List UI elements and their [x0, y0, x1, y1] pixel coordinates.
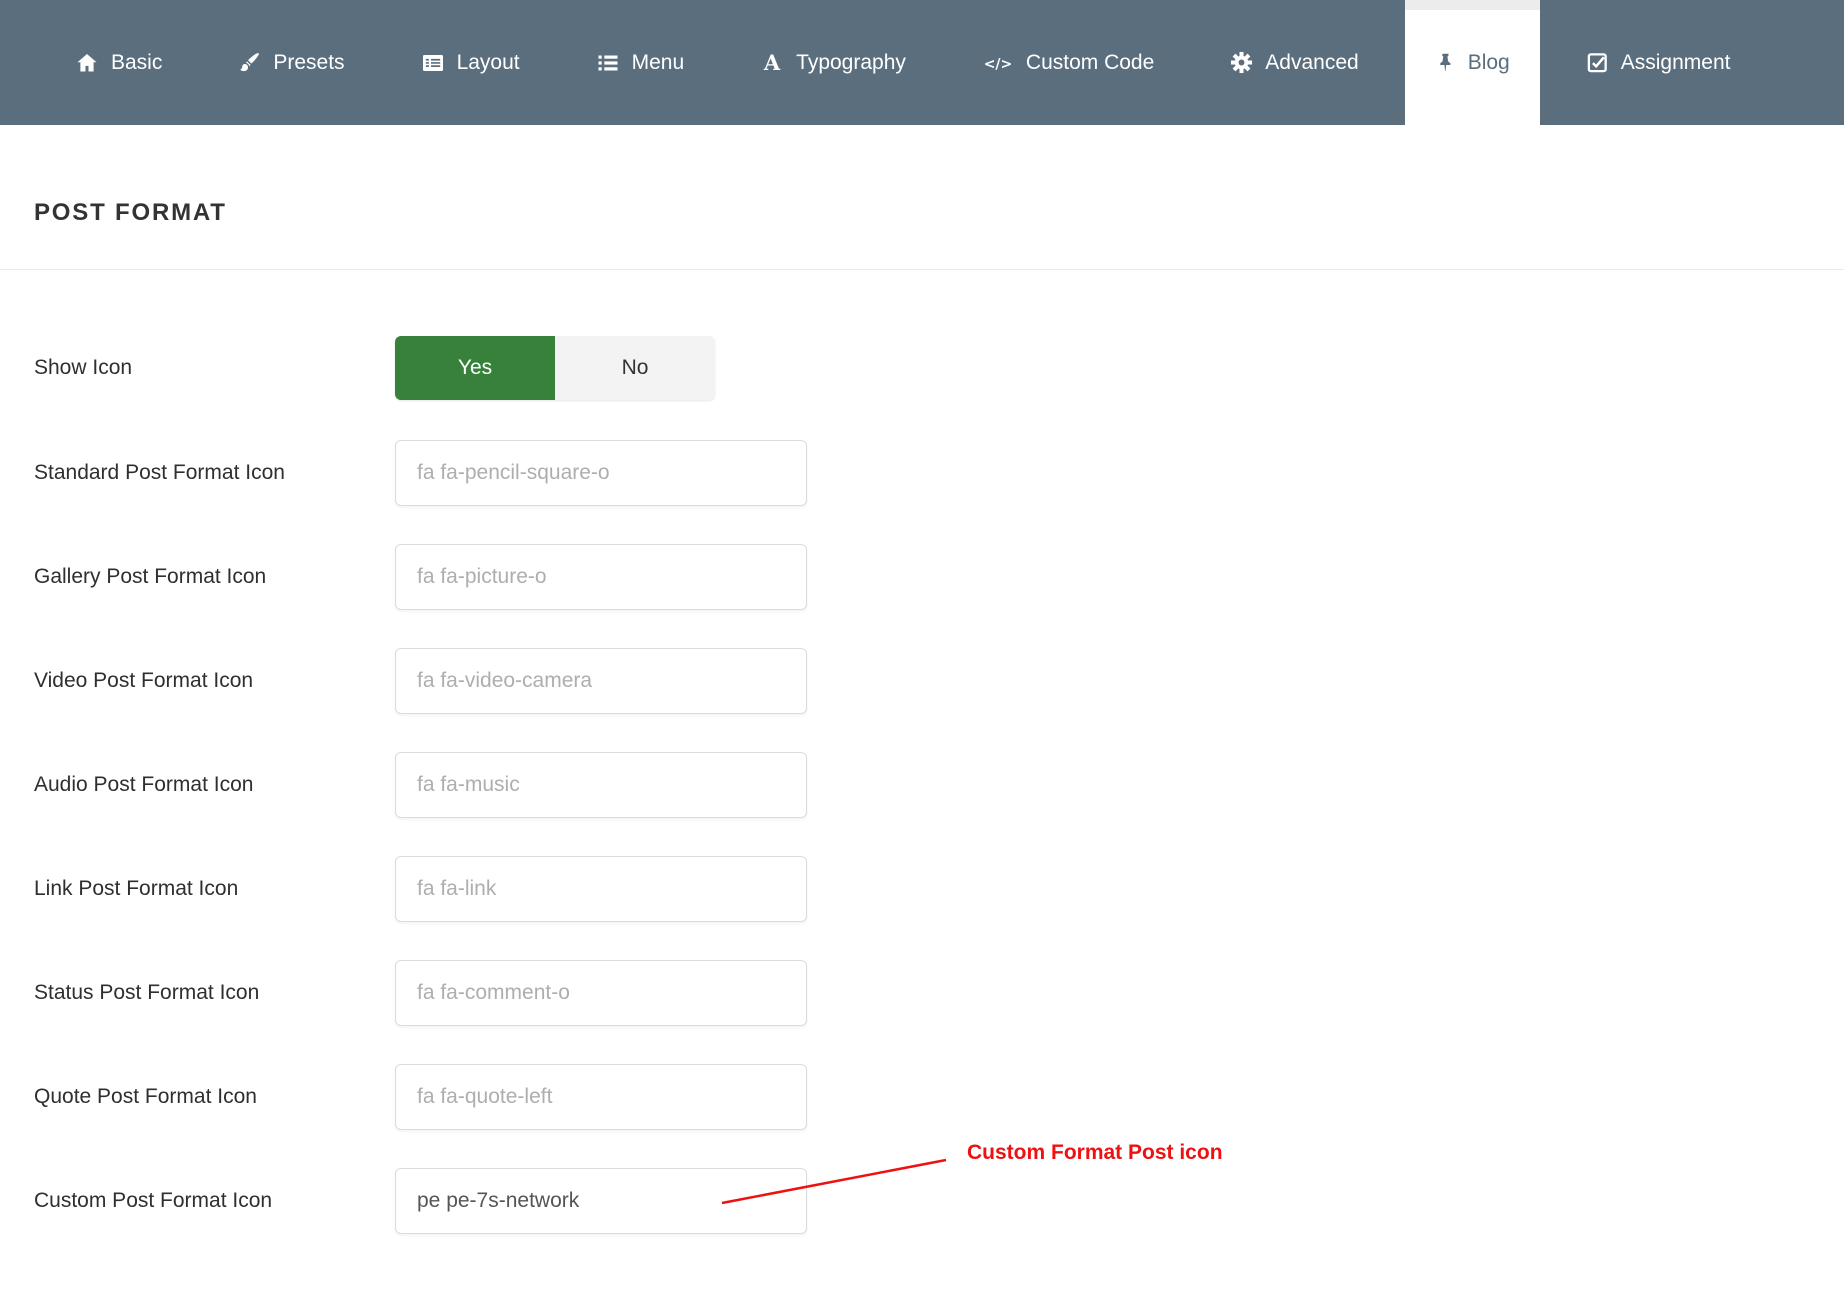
nav-item-label: Advanced — [1265, 51, 1358, 75]
tab-advanced[interactable]: Advanced — [1200, 0, 1388, 125]
top-nav: Basic Presets Layout Menu A Typography </> Cust… — [0, 0, 1844, 125]
pin-icon — [1435, 51, 1456, 74]
svg-text:A: A — [763, 51, 781, 75]
field-label: Quote Post Format Icon — [34, 1085, 395, 1109]
field-label: Status Post Format Icon — [34, 981, 395, 1005]
form-row: Quote Post Format Icon — [34, 1064, 1844, 1130]
page-title: POST FORMAT — [34, 199, 227, 227]
layout-icon — [421, 51, 445, 75]
show-icon-yes-button[interactable]: Yes — [395, 336, 555, 400]
form-row: Link Post Format Icon — [34, 856, 1844, 922]
link-post-format-icon-input[interactable] — [395, 856, 807, 922]
standard-post-format-icon-input[interactable] — [395, 440, 807, 506]
form-row: Standard Post Format Icon — [34, 440, 1844, 506]
form-row: Status Post Format Icon — [34, 960, 1844, 1026]
show-icon-row: Show Icon Yes No — [34, 336, 1844, 400]
check-square-icon — [1586, 51, 1609, 74]
field-label: Show Icon — [34, 356, 395, 380]
menu-list-icon — [596, 51, 620, 75]
svg-text:</>: </> — [984, 56, 1013, 72]
video-post-format-icon-input[interactable] — [395, 648, 807, 714]
show-icon-no-button[interactable]: No — [555, 336, 715, 400]
nav-item-label: Menu — [632, 51, 685, 75]
tab-assignment[interactable]: Assignment — [1556, 0, 1761, 125]
nav-item-label: Blog — [1468, 51, 1510, 75]
nav-item-label: Custom Code — [1026, 51, 1154, 75]
form-row: Audio Post Format Icon — [34, 752, 1844, 818]
tab-basic[interactable]: Basic — [45, 0, 192, 125]
post-format-form: Show Icon Yes No Standard Post Format Ic… — [0, 270, 1844, 1234]
nav-item-label: Presets — [273, 51, 344, 75]
form-row: Video Post Format Icon — [34, 648, 1844, 714]
tab-typography[interactable]: A Typography — [730, 0, 936, 125]
tab-layout[interactable]: Layout — [391, 0, 550, 125]
audio-post-format-icon-input[interactable] — [395, 752, 807, 818]
gallery-post-format-icon-input[interactable] — [395, 544, 807, 610]
custom-post-format-icon-input[interactable] — [395, 1168, 807, 1234]
home-icon — [75, 51, 99, 75]
form-fields: Standard Post Format Icon Gallery Post Fo… — [34, 440, 1844, 1234]
gear-icon — [1230, 51, 1253, 74]
field-label: Standard Post Format Icon — [34, 461, 395, 485]
form-row: Custom Post Format Icon — [34, 1168, 1844, 1234]
tab-blog[interactable]: Blog — [1405, 0, 1540, 125]
nav-item-label: Typography — [796, 51, 906, 75]
form-row: Gallery Post Format Icon — [34, 544, 1844, 610]
field-label: Link Post Format Icon — [34, 877, 395, 901]
tab-presets[interactable]: Presets — [208, 0, 374, 125]
paintbrush-icon — [238, 51, 261, 74]
font-icon: A — [760, 51, 784, 75]
tab-custom-code[interactable]: </> Custom Code — [952, 0, 1184, 125]
code-icon: </> — [982, 51, 1014, 75]
field-label: Gallery Post Format Icon — [34, 565, 395, 589]
show-icon-toggle: Yes No — [395, 336, 715, 400]
field-label: Video Post Format Icon — [34, 669, 395, 693]
section-header: POST FORMAT — [0, 125, 1844, 270]
field-label: Custom Post Format Icon — [34, 1189, 395, 1213]
nav-item-label: Basic — [111, 51, 162, 75]
quote-post-format-icon-input[interactable] — [395, 1064, 807, 1130]
tab-menu[interactable]: Menu — [566, 0, 715, 125]
status-post-format-icon-input[interactable] — [395, 960, 807, 1026]
nav-item-label: Assignment — [1621, 51, 1731, 75]
nav-item-label: Layout — [457, 51, 520, 75]
field-label: Audio Post Format Icon — [34, 773, 395, 797]
